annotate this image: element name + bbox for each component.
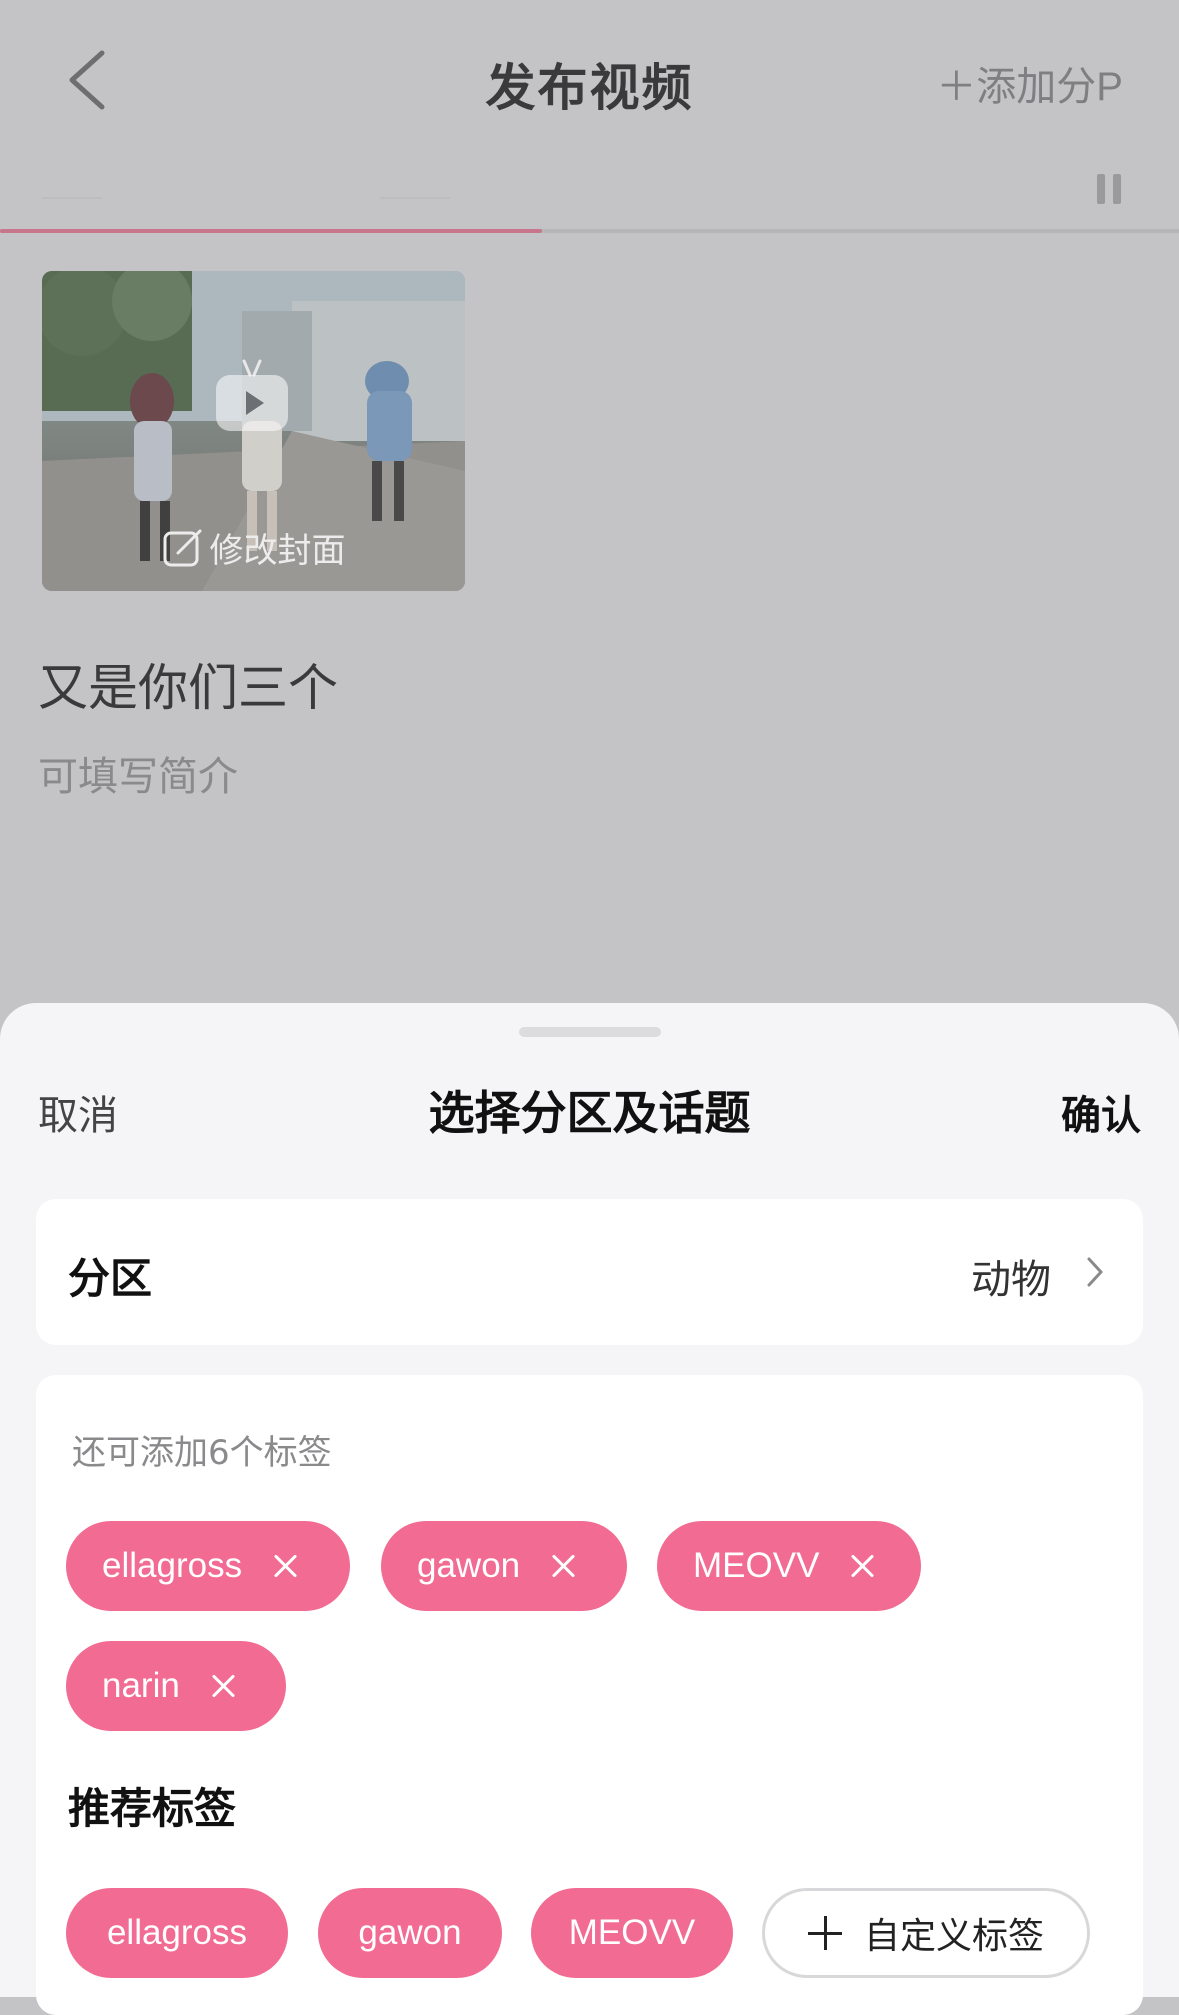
recommended-tags-title: 推荐标签 (68, 1784, 237, 1833)
remove-tag-icon[interactable] (210, 1673, 236, 1699)
play-icon[interactable] (216, 375, 288, 431)
plus-icon (807, 1916, 842, 1950)
upload-progress-bar (0, 229, 543, 233)
tag-label: ellagross (102, 1546, 243, 1585)
category-row[interactable]: 分区 动物 (36, 1199, 1143, 1345)
sheet-drag-handle[interactable] (519, 1027, 661, 1037)
top-bar: 发布视频 ＋添加分P (0, 0, 1179, 160)
selected-tag[interactable]: gawon (381, 1521, 627, 1611)
recommended-tag[interactable]: MEOVV (531, 1888, 733, 1978)
selected-tag[interactable]: narin (66, 1641, 286, 1731)
video-title-input[interactable]: 又是你们三个 (38, 648, 338, 720)
tag-label: gawon (358, 1913, 462, 1952)
edit-icon (163, 529, 201, 566)
selected-tag[interactable]: MEOVV (657, 1521, 921, 1611)
custom-tag-button[interactable]: 自定义标签 (762, 1888, 1090, 1978)
sheet-title: 选择分区及话题 (428, 1086, 751, 1140)
pause-icon[interactable] (1097, 174, 1123, 204)
tag-label: MEOVV (693, 1546, 820, 1585)
video-description-input[interactable]: 可填写简介 (38, 744, 238, 802)
category-label: 分区 (68, 1254, 153, 1303)
edit-cover-button[interactable]: 修改封面 (42, 523, 465, 572)
confirm-button[interactable]: 确认 (1061, 1083, 1141, 1141)
chevron-right-icon (1087, 1257, 1103, 1287)
tags-card: 还可添加6个标签 ellagross gawon MEOVV narin 推荐标… (36, 1375, 1143, 2015)
category-value: 动物 (971, 1257, 1051, 1303)
divider (380, 197, 450, 199)
remove-tag-icon[interactable] (272, 1553, 298, 1579)
edit-cover-label: 修改封面 (209, 531, 346, 571)
category-topic-sheet: 取消 选择分区及话题 确认 分区 动物 还可添加6个标签 ellagross g… (0, 1003, 1179, 2015)
tag-label: gawon (417, 1546, 521, 1585)
tags-remaining-hint: 还可添加6个标签 (72, 1433, 332, 1473)
tag-label: MEOVV (568, 1913, 696, 1952)
upload-progress-track (0, 229, 1179, 233)
tag-label: narin (102, 1666, 180, 1705)
video-cover[interactable]: 修改封面 (42, 271, 465, 591)
recommended-tag[interactable]: ellagross (66, 1888, 288, 1978)
selected-tag[interactable]: ellagross (66, 1521, 350, 1611)
divider (42, 197, 102, 199)
remove-tag-icon[interactable] (550, 1553, 576, 1579)
recommended-tag[interactable]: gawon (318, 1888, 502, 1978)
remove-tag-icon[interactable] (849, 1553, 875, 1579)
tag-label: ellagross (106, 1913, 248, 1952)
custom-tag-label: 自定义标签 (863, 1916, 1044, 1957)
add-part-button[interactable]: ＋添加分P (936, 54, 1123, 112)
